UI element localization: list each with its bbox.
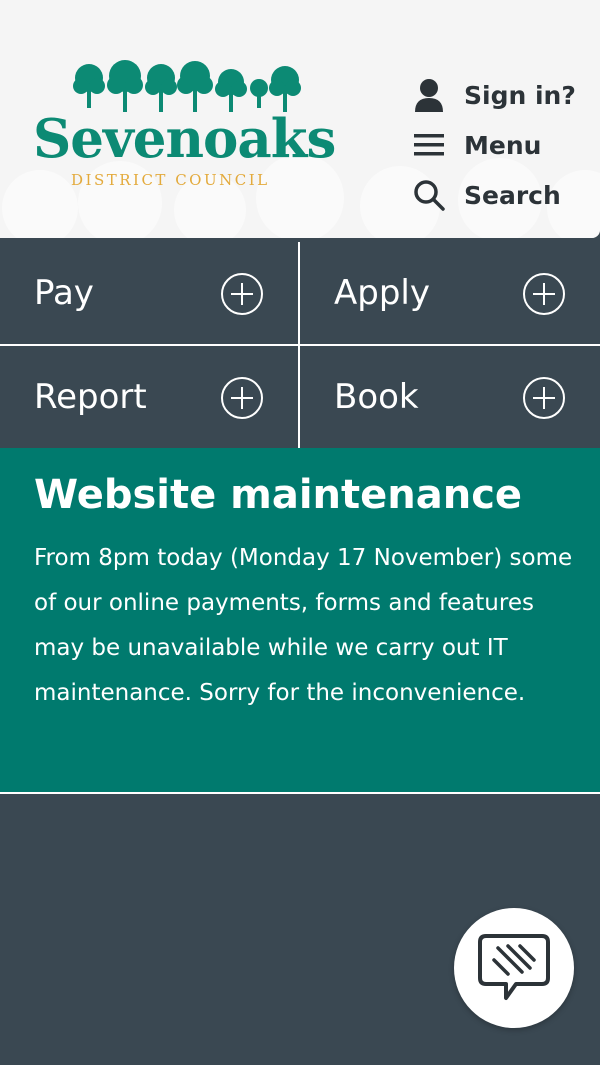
- logo-wordmark: Sevenoaks: [33, 108, 336, 170]
- tile-report[interactable]: Report: [0, 346, 298, 448]
- council-logo[interactable]: Sevenoaks DISTRICT COUNCIL: [33, 58, 349, 194]
- logo-subline: DISTRICT COUNCIL: [71, 171, 270, 189]
- banner-body: From 8pm today (Monday 17 November) some…: [34, 545, 573, 706]
- plus-circle-icon: [523, 273, 565, 315]
- search-label: Search: [464, 180, 561, 210]
- quick-actions-grid: Pay Apply Report Book: [0, 242, 600, 448]
- tile-label: Pay: [34, 273, 94, 313]
- banner-title: Website maintenance: [34, 472, 523, 518]
- sign-in-label: Sign in?: [464, 80, 576, 110]
- tile-apply[interactable]: Apply: [300, 242, 600, 344]
- menu-icon: [412, 128, 446, 162]
- menu-label: Menu: [464, 130, 542, 160]
- chat-icon: [478, 934, 550, 1000]
- logo-trees-icon: [73, 60, 301, 112]
- header-links: Sign in? Menu Search: [412, 70, 592, 220]
- tile-label: Report: [34, 377, 147, 417]
- user-icon: [412, 78, 446, 112]
- tile-book[interactable]: Book: [300, 346, 600, 448]
- sign-in-link[interactable]: Sign in?: [412, 70, 592, 120]
- menu-link[interactable]: Menu: [412, 120, 592, 170]
- tile-pay[interactable]: Pay: [0, 242, 298, 344]
- plus-circle-icon: [221, 377, 263, 419]
- maintenance-banner: Website maintenance From 8pm today (Mond…: [0, 448, 600, 794]
- plus-circle-icon: [523, 377, 565, 419]
- site-header: Sevenoaks DISTRICT COUNCIL Sign in? Menu…: [0, 0, 600, 238]
- plus-circle-icon: [221, 273, 263, 315]
- search-link[interactable]: Search: [412, 170, 592, 220]
- search-icon: [412, 178, 446, 212]
- tile-label: Apply: [334, 273, 430, 313]
- chat-button[interactable]: [454, 908, 574, 1028]
- tile-label: Book: [334, 377, 419, 417]
